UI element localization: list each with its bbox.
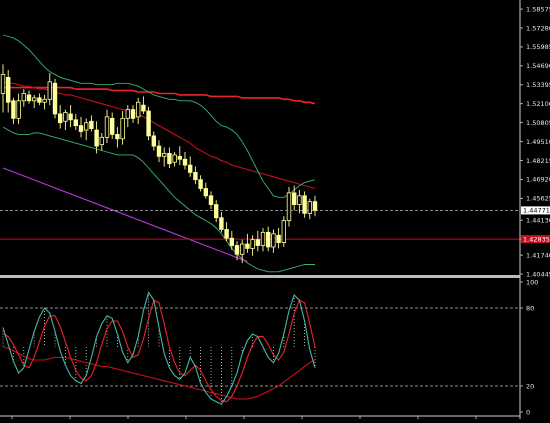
candle-body: [120, 117, 125, 140]
candle-body: [177, 155, 182, 160]
candle-body: [239, 243, 245, 255]
candle-body: [26, 94, 32, 102]
candle-body: [99, 136, 104, 146]
horizontal-level-label: 1.42835: [523, 235, 550, 243]
candle-body: [213, 204, 219, 219]
candle-body: [130, 109, 136, 119]
price-tick-label: 1.41740: [526, 251, 550, 259]
candle-body: [193, 172, 198, 181]
candle-body: [276, 234, 281, 243]
oscillator-tick-label: 100: [526, 278, 538, 286]
candle-body: [84, 122, 89, 131]
candle-body: [255, 239, 260, 246]
candle-body: [32, 97, 37, 102]
candle-body: [198, 179, 203, 189]
price-tick-label: 1.48215: [526, 157, 550, 165]
candle-body: [42, 98, 47, 103]
candle-body: [21, 93, 26, 102]
candle-body: [224, 229, 229, 239]
candle-body: [89, 120, 94, 129]
price-tick-label: 1.57280: [526, 24, 550, 32]
oscillator-tick-label: 80: [526, 304, 534, 312]
price-tick-label: 1.45625: [526, 195, 550, 203]
oscillator-tick-label: 20: [526, 382, 534, 390]
pane-separator: [0, 275, 520, 278]
price-tick-label: 1.53395: [526, 81, 550, 89]
candle-body: [208, 195, 214, 205]
candle-body: [16, 100, 21, 119]
chart-window: 1.58575 1.57280 1.55985 1.54690 1.53395 1.521…: [0, 0, 550, 419]
oscillator-tick-label: 0: [526, 408, 530, 416]
candle-body: [203, 188, 208, 197]
candle-body: [281, 220, 286, 243]
candle-body: [94, 129, 99, 147]
candle-body: [156, 145, 162, 157]
price-tick-label: 1.58575: [526, 5, 550, 13]
price-tick-label: 1.40445: [526, 270, 550, 278]
candle-body: [291, 192, 297, 205]
price-tick-label: 1.46920: [526, 176, 550, 184]
candle-body: [312, 201, 318, 211]
candle-body: [52, 82, 58, 115]
candle-body: [245, 243, 250, 249]
candle-body: [63, 112, 68, 122]
price-tick-label: 1.44130: [526, 217, 550, 225]
candle-body: [260, 231, 266, 246]
candle-body: [115, 134, 120, 140]
price-tick-label: 1.50805: [526, 119, 550, 127]
candle-body: [151, 135, 156, 147]
candle-body: [58, 113, 63, 124]
candle-body: [297, 195, 302, 205]
candle-body: [219, 217, 224, 230]
candle-body: [110, 117, 115, 135]
candle-body: [234, 245, 240, 255]
price-tick-label: 1.55985: [526, 43, 550, 51]
candle-body: [0, 74, 6, 94]
candle-body: [47, 81, 52, 100]
candle-body: [141, 104, 146, 112]
price-tick-label: 1.52100: [526, 100, 550, 108]
candle-body: [271, 233, 276, 248]
candle-body: [286, 192, 292, 222]
candle-body: [125, 109, 130, 119]
candle-body: [302, 195, 307, 214]
candle-body: [68, 113, 73, 121]
candle-body: [11, 100, 16, 119]
price-tick-label: 1.54690: [526, 62, 550, 70]
candle-body: [73, 119, 78, 127]
chart-canvas: 1.58575 1.57280 1.55985 1.54690 1.53395 1.521…: [0, 0, 550, 419]
candle-body: [265, 231, 271, 248]
candle-body: [146, 110, 151, 137]
candle-body: [307, 201, 312, 214]
candle-body: [182, 158, 188, 166]
current-price-label: 1.44771: [523, 207, 550, 215]
candle-body: [104, 116, 110, 138]
candle-body: [37, 97, 42, 103]
candle-body: [187, 164, 193, 173]
candle-body: [250, 239, 255, 249]
candle-body: [161, 153, 167, 157]
candle-body: [78, 125, 84, 132]
candle-body: [229, 237, 234, 246]
candle-body: [167, 153, 172, 165]
candle-body: [135, 101, 141, 118]
price-tick-label: 1.49510: [526, 138, 550, 146]
candle-body: [172, 154, 177, 163]
candle-body: [6, 77, 11, 103]
